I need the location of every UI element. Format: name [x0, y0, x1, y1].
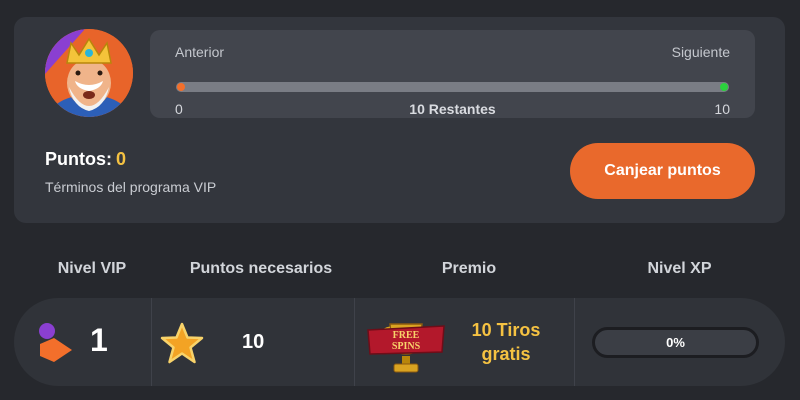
previous-level-label: Anterior [175, 44, 225, 60]
column-header-vip-level: Nivel VIP [57, 260, 127, 277]
points-label: Puntos: [45, 149, 112, 169]
vip-status-card: Anterior Siguiente 0 10 Restantes 10 Pun… [14, 17, 785, 223]
svg-text:FREE: FREE [393, 330, 420, 341]
free-spins-trophy-icon: FREE SPINS [367, 323, 445, 373]
cell-divider [354, 298, 355, 386]
column-header-prize: Premio [441, 260, 497, 277]
progress-end-dot [720, 83, 728, 91]
points-needed-value: 10 [242, 331, 265, 353]
brand-logo-icon [39, 323, 72, 362]
redeem-points-button[interactable]: Canjear puntos [570, 143, 755, 199]
cell-divider [574, 298, 575, 386]
progress-max-value: 10 [714, 101, 730, 117]
vip-table-header: Nivel VIP Puntos necesarios Premio Nivel… [14, 258, 785, 284]
prize-line-1: 10 Tiros [471, 320, 541, 340]
cell-divider [151, 298, 152, 386]
king-avatar-icon [45, 29, 133, 117]
next-level-label: Siguiente [671, 44, 730, 60]
prize-line-2: gratis [481, 344, 531, 364]
prize-text: 10 Tiros gratis [446, 318, 566, 366]
avatar [45, 29, 133, 117]
xp-progress-bar: 0% [592, 327, 759, 358]
progress-start-dot [177, 83, 185, 91]
vip-progress-panel: Anterior Siguiente 0 10 Restantes 10 [150, 30, 755, 118]
points-summary: Puntos: 0 [45, 149, 126, 170]
vip-page: Anterior Siguiente 0 10 Restantes 10 Pun… [0, 0, 800, 400]
table-row: 1 10 FREE SPINS 10 Tiros gratis 0% [14, 298, 785, 386]
vip-progress-bar [176, 82, 729, 92]
vip-terms-link[interactable]: Términos del programa VIP [45, 179, 216, 195]
column-header-xp-level: Nivel XP [647, 260, 712, 277]
svg-text:SPINS: SPINS [392, 341, 421, 352]
column-header-points-needed: Puntos necesarios [189, 260, 333, 277]
xp-progress-label: 0% [666, 335, 685, 350]
points-value: 0 [116, 149, 127, 169]
vip-level-value: 1 [90, 322, 108, 358]
star-icon [160, 322, 204, 364]
progress-remaining-text: 10 Restantes [409, 101, 496, 117]
